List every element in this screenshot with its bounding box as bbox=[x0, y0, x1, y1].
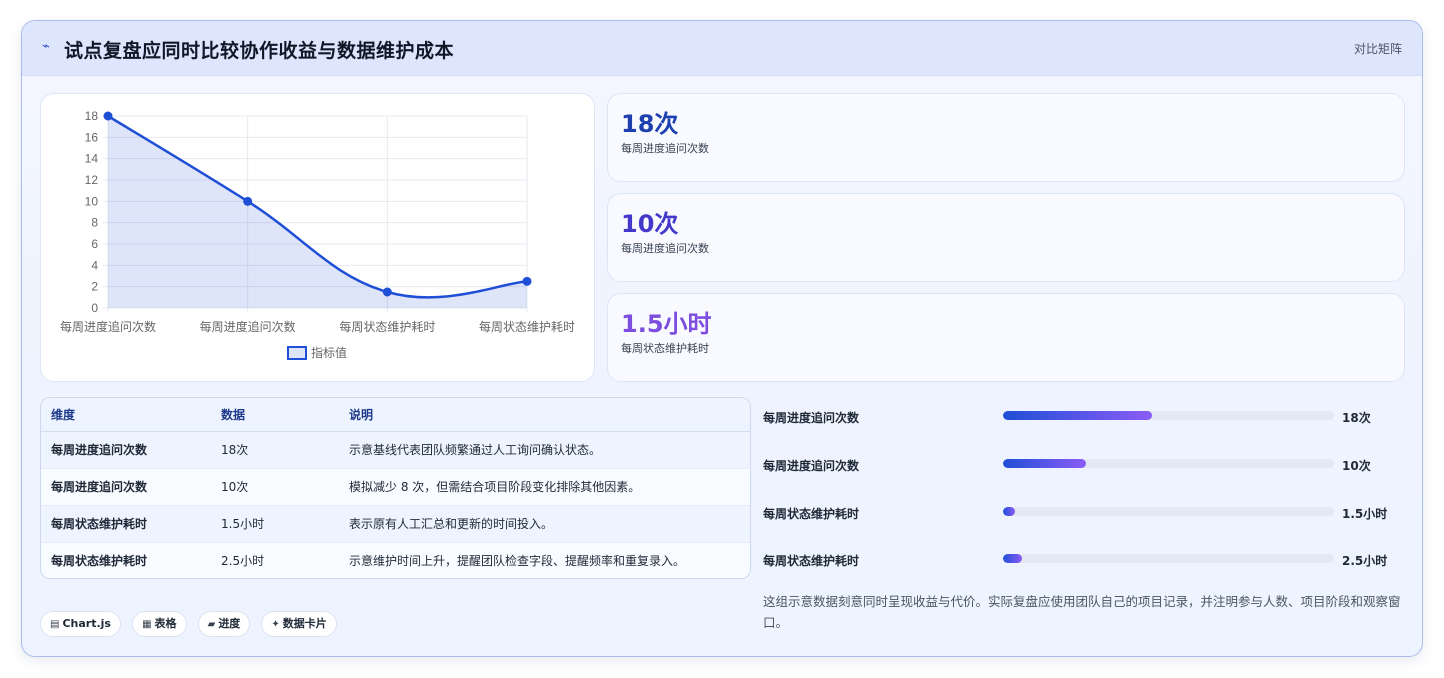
progress-icon: ▰ bbox=[207, 619, 216, 630]
tag-label: 数据卡片 bbox=[282, 617, 327, 630]
y-tick-label: 4 bbox=[91, 258, 98, 272]
x-tick-label: 每周状态维护耗时 bbox=[479, 319, 575, 334]
data-point bbox=[522, 276, 532, 286]
tag-label: 表格 bbox=[154, 617, 177, 630]
stat-value: 10次 bbox=[621, 210, 679, 238]
chart-icon: ▤ bbox=[50, 619, 60, 630]
matrix-label[interactable]: 对比矩阵 bbox=[1354, 40, 1402, 57]
tag-label: 进度 bbox=[218, 617, 241, 630]
stat-card-2: 1.5小时 每周状态维护耗时 bbox=[607, 293, 1405, 382]
cell-note: 表示原有人工汇总和更新的时间投入。 bbox=[339, 505, 750, 543]
cell-dimension: 每周进度追问次数 bbox=[41, 468, 211, 506]
data-point bbox=[382, 287, 392, 297]
progress-fill bbox=[1003, 507, 1016, 516]
progress-value: 10次 bbox=[1342, 459, 1371, 473]
cell-note: 示意基线代表团队频繁通过人工询问确认状态。 bbox=[339, 431, 750, 469]
data-point bbox=[103, 111, 113, 121]
tag-table[interactable]: ▦ 表格 bbox=[132, 611, 187, 637]
column-header: 说明 bbox=[339, 398, 750, 432]
progress-value: 1.5小时 bbox=[1342, 507, 1388, 521]
progress-value: 18次 bbox=[1342, 411, 1371, 425]
progress-label: 每周状态维护耗时 bbox=[763, 554, 860, 568]
table-row: 每周进度追问次数 18次 示意基线代表团队频繁通过人工询问确认状态。 bbox=[41, 431, 750, 469]
y-tick-label: 0 bbox=[91, 301, 98, 315]
table-row: 每周状态维护耗时 2.5小时 示意维护时间上升，提醒团队检查字段、提醒频率和重复… bbox=[41, 542, 750, 578]
y-tick-label: 8 bbox=[91, 216, 98, 230]
table-header-row: 维度 数据 说明 bbox=[41, 398, 750, 432]
cell-note: 示意维护时间上升，提醒团队检查字段、提醒频率和重复录入。 bbox=[339, 542, 750, 578]
progress-value: 2.5小时 bbox=[1342, 554, 1388, 568]
table-row: 每周状态维护耗时 1.5小时 表示原有人工汇总和更新的时间投入。 bbox=[41, 505, 750, 543]
stat-value: 1.5小时 bbox=[621, 310, 712, 338]
table-row: 每周进度追问次数 10次 模拟减少 8 次，但需结合项目阶段变化排除其他因素。 bbox=[41, 468, 750, 506]
line-chart-panel: 0 2 4 6 8 10 12 14 16 18 每周进度追问次数 每周进度追问次数 每周状态维护耗时 每… bbox=[40, 93, 595, 382]
data-point bbox=[243, 196, 253, 206]
progress-label: 每周进度追问次数 bbox=[763, 459, 860, 473]
stat-label: 每周进度追问次数 bbox=[621, 242, 709, 255]
x-tick-label: 每周状态维护耗时 bbox=[339, 319, 435, 334]
y-tick-label: 12 bbox=[85, 173, 99, 187]
x-tick-label: 每周进度追问次数 bbox=[200, 319, 296, 334]
cell-data: 10次 bbox=[211, 468, 339, 506]
stat-card-1: 10次 每周进度追问次数 bbox=[607, 193, 1405, 282]
stat-card-0: 18次 每周进度追问次数 bbox=[607, 93, 1405, 182]
progress-fill bbox=[1003, 554, 1023, 563]
y-tick-label: 6 bbox=[91, 237, 98, 251]
area-fill bbox=[108, 116, 527, 308]
cell-data: 1.5小时 bbox=[211, 505, 339, 543]
y-tick-label: 14 bbox=[85, 152, 99, 166]
y-tick-label: 16 bbox=[85, 130, 99, 144]
tag-label: Chart.js bbox=[62, 617, 111, 630]
y-tick-label: 18 bbox=[85, 109, 99, 123]
page-title: 试点复盘应同时比较协作收益与数据维护成本 bbox=[64, 40, 455, 62]
card-header: ⌁ 试点复盘应同时比较协作收益与数据维护成本 对比矩阵 bbox=[22, 21, 1422, 76]
tag-list: ▤ Chart.js ▦ 表格 ▰ 进度 ✦ 数据卡片 bbox=[40, 611, 343, 637]
card-icon: ✦ bbox=[271, 619, 280, 630]
stat-label: 每周进度追问次数 bbox=[621, 142, 709, 155]
x-tick-label: 每周进度追问次数 bbox=[60, 319, 156, 334]
data-table: 维度 数据 说明 每周进度追问次数 18次 示意基线代表团队频繁通过人工询问确认… bbox=[40, 397, 751, 579]
progress-label: 每周进度追问次数 bbox=[763, 411, 860, 425]
stat-value: 18次 bbox=[621, 110, 679, 138]
footnote: 这组示意数据刻意同时呈现收益与代价。实际复盘应使用团队自己的项目记录，并注明参与… bbox=[763, 594, 1401, 630]
column-header: 维度 bbox=[41, 398, 211, 432]
progress-track bbox=[1003, 459, 1334, 468]
cell-data: 18次 bbox=[211, 431, 339, 469]
sparkle-icon: ⌁ bbox=[42, 39, 50, 54]
progress-fill bbox=[1003, 459, 1086, 468]
stat-label: 每周状态维护耗时 bbox=[621, 342, 709, 355]
progress-row: 每周进度追问次数 18次 bbox=[762, 406, 1407, 426]
progress-row: 每周状态维护耗时 2.5小时 bbox=[762, 549, 1407, 569]
cell-dimension: 每周进度追问次数 bbox=[41, 431, 211, 469]
progress-track bbox=[1003, 507, 1334, 516]
table-icon: ▦ bbox=[142, 619, 152, 630]
progress-label: 每周状态维护耗时 bbox=[763, 507, 860, 521]
progress-row: 每周进度追问次数 10次 bbox=[762, 454, 1407, 474]
progress-track bbox=[1003, 554, 1334, 563]
progress-fill bbox=[1003, 411, 1152, 420]
cell-note: 模拟减少 8 次，但需结合项目阶段变化排除其他因素。 bbox=[339, 468, 750, 506]
legend-label: 指标值 bbox=[311, 345, 347, 360]
cell-dimension: 每周状态维护耗时 bbox=[41, 505, 211, 543]
tag-data-card[interactable]: ✦ 数据卡片 bbox=[261, 611, 337, 637]
cell-dimension: 每周状态维护耗时 bbox=[41, 542, 211, 578]
column-header: 数据 bbox=[211, 398, 339, 432]
y-tick-label: 10 bbox=[85, 194, 99, 208]
progress-row: 每周状态维护耗时 1.5小时 bbox=[762, 502, 1407, 522]
progress-track bbox=[1003, 411, 1334, 420]
line-chart: 0 2 4 6 8 10 12 14 16 18 每周进度追问次数 每周进度追问次数 每周状态维护耗时 每… bbox=[60, 109, 575, 360]
tag-chartjs[interactable]: ▤ Chart.js bbox=[40, 611, 121, 637]
legend-swatch bbox=[287, 346, 307, 360]
y-tick-label: 2 bbox=[91, 280, 98, 294]
cell-data: 2.5小时 bbox=[211, 542, 339, 578]
tag-progress[interactable]: ▰ 进度 bbox=[197, 611, 251, 637]
comparison-card: ⌁ 试点复盘应同时比较协作收益与数据维护成本 对比矩阵 0 2 4 6 8 10 12 14 1… bbox=[21, 20, 1423, 657]
